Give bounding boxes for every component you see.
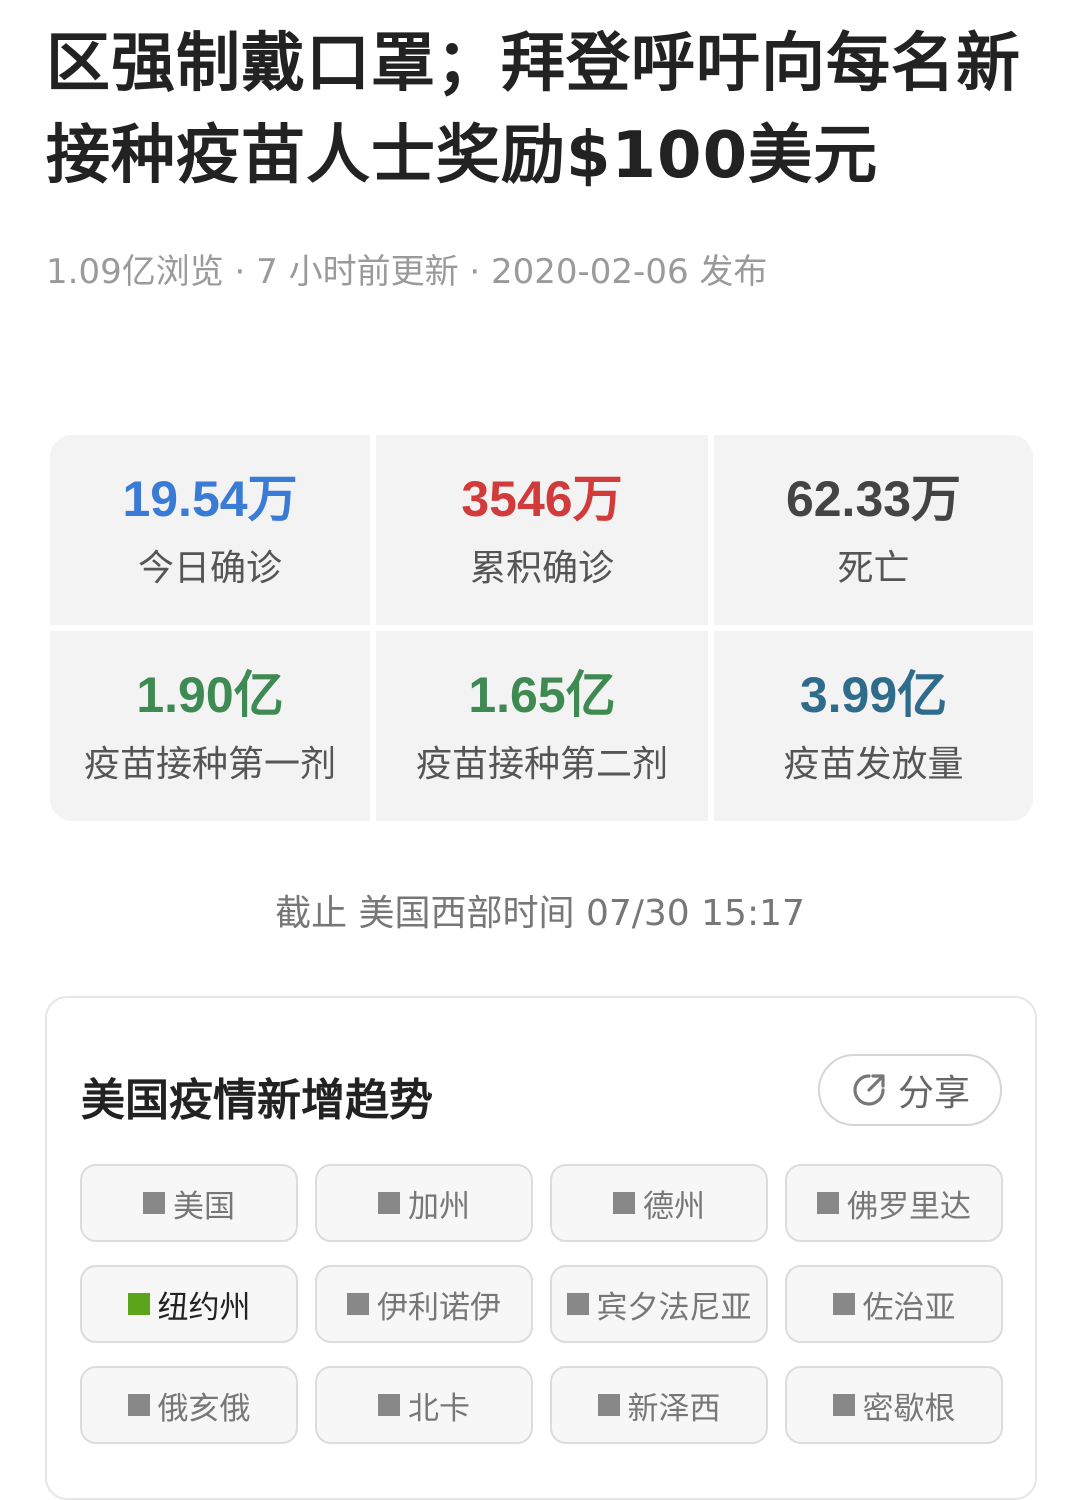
region-chip-label: 北卡 [408, 1390, 470, 1427]
share-icon [853, 1074, 885, 1106]
stat-today-confirmed: 19.54万 今日确诊 [50, 435, 370, 625]
region-chip[interactable]: 佐治亚 [785, 1265, 1003, 1343]
legend-square-icon [817, 1192, 839, 1214]
region-chip-label: 俄亥俄 [157, 1390, 251, 1427]
legend-square-icon [597, 1394, 620, 1416]
region-chip-label: 佐治亚 [862, 1289, 956, 1326]
stat-value: 3.99亿 [799, 667, 948, 723]
region-chip-label: 加州 [408, 1188, 470, 1225]
article-title: 区强制戴口罩；拜登呼吁向每名新 接种疫苗人士奖励$100美元 [46, 18, 1046, 202]
region-chip[interactable]: 美国 [80, 1164, 298, 1242]
stat-deaths: 62.33万 死亡 [714, 435, 1033, 625]
legend-square-icon [566, 1293, 589, 1315]
legend-square-icon [378, 1192, 400, 1214]
stat-label: 疫苗接种第一剂 [83, 744, 336, 785]
region-chip-label: 密歇根 [862, 1390, 956, 1427]
region-chip-label: 佛罗里达 [847, 1188, 971, 1225]
legend-square-icon [127, 1293, 150, 1315]
region-chip[interactable]: 北卡 [315, 1366, 533, 1444]
stat-value: 3546万 [461, 471, 623, 527]
region-chip-label: 纽约州 [157, 1289, 251, 1326]
legend-square-icon [832, 1394, 855, 1416]
stat-vaccine-distributed: 3.99亿 疫苗发放量 [714, 631, 1033, 821]
region-chip-label: 伊利诺伊 [377, 1289, 501, 1326]
region-chip-label: 新泽西 [627, 1390, 721, 1427]
stat-value: 1.90亿 [136, 667, 284, 723]
legend-square-icon [143, 1192, 165, 1214]
region-chip[interactable]: 德州 [550, 1164, 768, 1242]
stat-vaccine-second-dose: 1.65亿 疫苗接种第二剂 [376, 631, 708, 821]
region-chip[interactable]: 密歇根 [785, 1366, 1003, 1444]
stat-label: 今日确诊 [137, 548, 282, 589]
region-chip-label: 德州 [643, 1188, 705, 1225]
article-title-line-1: 区强制戴口罩；拜登呼吁向每名新 [46, 27, 1021, 101]
region-chip[interactable]: 加州 [315, 1164, 533, 1242]
legend-square-icon [613, 1192, 635, 1214]
stat-vaccine-first-dose: 1.90亿 疫苗接种第一剂 [50, 631, 370, 821]
stat-value: 19.54万 [122, 471, 298, 527]
stats-grid: 19.54万 今日确诊 3546万 累积确诊 62.33万 死亡 1.90亿 疫… [50, 435, 1033, 821]
region-chip[interactable]: 宾夕法尼亚 [550, 1265, 768, 1343]
region-chip[interactable]: 伊利诺伊 [315, 1265, 533, 1343]
share-label: 分享 [897, 1073, 970, 1114]
region-chip-label: 宾夕法尼亚 [596, 1289, 752, 1326]
legend-square-icon [378, 1394, 400, 1416]
article-meta: 1.09亿浏览 · 7 小时前更新 · 2020-02-06 发布 [46, 252, 768, 292]
trend-card-title: 美国疫情新增趋势 [81, 1075, 433, 1126]
stat-label: 疫苗接种第二剂 [415, 744, 668, 785]
region-chip[interactable]: 纽约州 [80, 1265, 298, 1343]
legend-square-icon [127, 1394, 150, 1416]
stat-label: 累积确诊 [469, 548, 614, 589]
legend-square-icon [347, 1293, 369, 1315]
as-of-timestamp: 截止 美国西部时间 07/30 15:17 [275, 893, 805, 934]
region-chip[interactable]: 俄亥俄 [80, 1366, 298, 1444]
region-chip[interactable]: 新泽西 [550, 1366, 768, 1444]
stat-value: 1.65亿 [468, 667, 616, 723]
trend-card: 美国疫情新增趋势 分享 美国 加州 德州 佛罗里达纽约州 伊利诺伊 宾夕法尼亚 佐治亚俄亥俄… [45, 996, 1037, 1500]
region-chip[interactable]: 佛罗里达 [785, 1164, 1003, 1242]
stat-total-confirmed: 3546万 累积确诊 [376, 435, 708, 625]
region-chip-label: 美国 [173, 1188, 235, 1225]
stat-label: 疫苗发放量 [783, 744, 964, 785]
legend-square-icon [832, 1293, 855, 1315]
article-title-line-2: 接种疫苗人士奖励$100美元 [46, 119, 879, 193]
share-button[interactable]: 分享 [818, 1054, 1002, 1126]
stat-label: 死亡 [837, 548, 910, 589]
stat-value: 62.33万 [785, 471, 962, 527]
